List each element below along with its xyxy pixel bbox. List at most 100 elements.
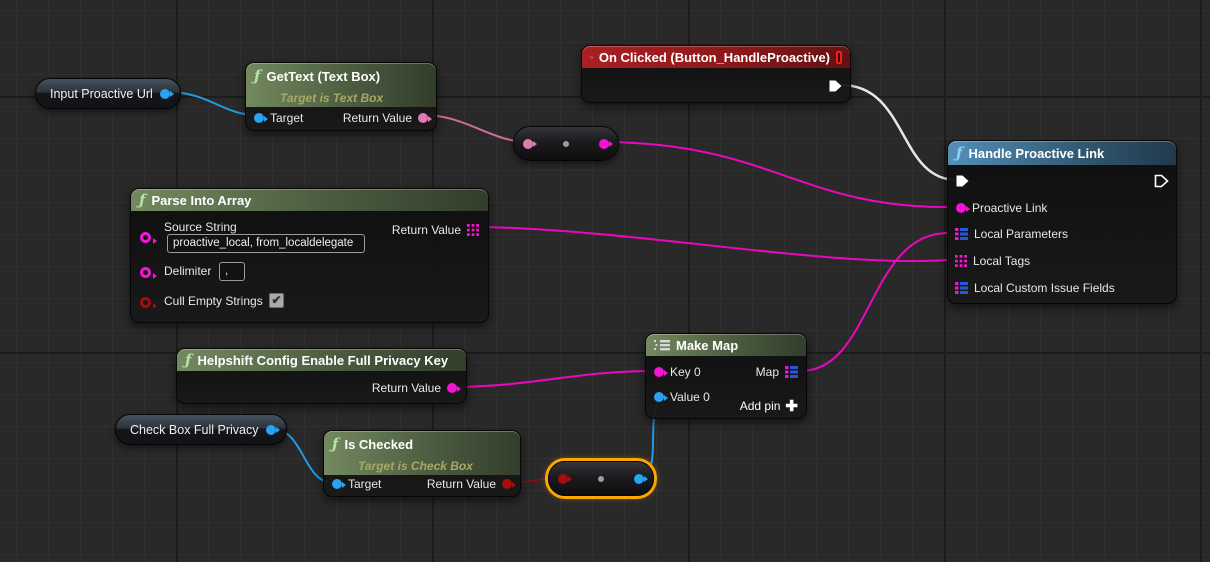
function-icon: ƒ — [332, 437, 338, 452]
node-helpshift-config[interactable]: ƒ Helpshift Config Enable Full Privacy K… — [176, 348, 467, 404]
conv-input-pin-bool[interactable] — [558, 474, 568, 484]
make-map-icon — [654, 339, 670, 351]
node-check-box-full-privacy[interactable]: Check Box Full Privacy — [115, 414, 287, 445]
pin-row-return: Return Value — [427, 474, 512, 494]
input-pin-string[interactable] — [956, 203, 966, 213]
input-pin-delimiter[interactable] — [140, 267, 151, 278]
pin-row-key0: Key 0 — [654, 362, 701, 382]
pin-row-value0: Value 0 — [654, 387, 710, 407]
exec-out-pin[interactable] — [828, 79, 843, 93]
output-pin-object[interactable] — [160, 89, 170, 99]
pin-label: Source String — [164, 220, 237, 234]
node-header[interactable]: ƒ GetText (Text Box) Target is Text Box — [246, 63, 436, 107]
node-header[interactable]: ƒ Is Checked Target is Check Box — [324, 431, 520, 475]
variable-label: Input Proactive Url — [50, 87, 153, 101]
input-pin-cull-empty-strings[interactable] — [140, 297, 151, 308]
node-onclicked-event[interactable]: On Clicked (Button_HandleProactive) — [581, 45, 851, 103]
exec-in-pin[interactable] — [955, 174, 970, 188]
input-pin-value0[interactable] — [654, 392, 664, 402]
node-header[interactable]: ƒ Parse Into Array — [131, 189, 488, 211]
conv-output-pin-string[interactable] — [599, 139, 609, 149]
node-handle-proactive-link[interactable]: ƒ Handle Proactive Link Proactive Link L… — [947, 140, 1177, 304]
wire-gettext-to-conv[interactable] — [424, 115, 528, 142]
pin-row-exec-in — [955, 171, 970, 191]
conv-output-pin[interactable] — [634, 474, 644, 484]
pin-row-local-tags: Local Tags — [955, 251, 1030, 271]
node-title: Helpshift Config Enable Full Privacy Key — [197, 353, 448, 368]
add-pin-label: Add pin — [740, 399, 781, 413]
node-header[interactable]: Make Map — [646, 334, 806, 356]
node-conv-bool-selected[interactable] — [548, 461, 654, 496]
variable-label: Check Box Full Privacy — [130, 423, 259, 437]
pin-label: Cull Empty Strings — [164, 294, 263, 308]
array-pin-icon[interactable] — [467, 224, 479, 236]
map-pin-icon[interactable] — [955, 282, 968, 294]
event-diamond-icon — [590, 51, 593, 64]
pin-label: Proactive Link — [972, 201, 1047, 215]
add-pin-button[interactable]: ✚ Add pin — [740, 396, 798, 416]
map-pin-icon[interactable] — [955, 228, 968, 240]
node-header[interactable]: ƒ Handle Proactive Link — [948, 141, 1176, 165]
node-make-map[interactable]: Make Map Key 0 Map Value 0 ✚ Add pin — [645, 333, 807, 419]
output-pin-object[interactable] — [266, 425, 276, 435]
pin-row-local-custom-issue-fields: Local Custom Issue Fields — [955, 278, 1115, 298]
node-parse-into-array[interactable]: ƒ Parse Into Array Source String proacti… — [130, 188, 489, 323]
wire-conv-to-proactivelink[interactable] — [601, 142, 949, 207]
input-pin-target[interactable] — [254, 113, 264, 123]
pin-row-map-out: Map — [756, 362, 798, 382]
input-pin-target[interactable] — [332, 479, 342, 489]
node-gettext[interactable]: ƒ GetText (Text Box) Target is Text Box … — [245, 62, 437, 131]
plus-icon: ✚ — [785, 397, 798, 415]
array-pin-icon[interactable] — [955, 255, 967, 267]
node-title: Parse Into Array — [151, 193, 251, 208]
pin-label: Return Value — [343, 111, 412, 125]
delimiter-input[interactable]: , — [219, 262, 245, 281]
pin-row-proactive-link: Proactive Link — [956, 198, 1047, 218]
node-subtitle: Target is Check Box — [358, 459, 512, 474]
node-header[interactable]: On Clicked (Button_HandleProactive) — [582, 46, 850, 68]
output-pin-return-value[interactable] — [418, 113, 428, 123]
wire-onclicked-exec[interactable] — [841, 85, 957, 180]
pin-label: Delimiter — [164, 264, 211, 278]
output-pin-return-value[interactable] — [502, 479, 512, 489]
node-input-proactive-url[interactable]: Input Proactive Url — [35, 78, 181, 109]
pin-label: Return Value — [392, 223, 461, 237]
node-title: Is Checked — [344, 437, 413, 452]
pin-row-exec-out — [828, 76, 843, 96]
node-is-checked[interactable]: ƒ Is Checked Target is Check Box Target … — [323, 430, 521, 497]
wire-parse-to-localtags[interactable] — [482, 227, 948, 261]
pin-row-target: Target — [332, 474, 381, 494]
exec-out-pin[interactable] — [1154, 174, 1169, 188]
pin-label: Target — [348, 477, 381, 491]
wire-helpshift-to-key0[interactable] — [451, 371, 653, 387]
conv-input-pin-text[interactable] — [523, 139, 533, 149]
node-title: GetText (Text Box) — [266, 69, 380, 84]
wire-map-to-localparams[interactable] — [801, 233, 948, 371]
delegate-pin-icon[interactable] — [836, 51, 842, 64]
cull-empty-strings-checkbox[interactable]: ✔ — [269, 293, 284, 308]
input-pin-source-string[interactable] — [140, 232, 151, 243]
pin-label: Map — [756, 365, 779, 379]
pin-label: Return Value — [427, 477, 496, 491]
node-subtitle: Target is Text Box — [280, 91, 428, 106]
pin-label: Local Parameters — [974, 227, 1068, 241]
conv-dot — [598, 476, 604, 482]
blueprint-graph-canvas[interactable]: Input Proactive Url ƒ GetText (Text Box)… — [0, 0, 1210, 562]
input-pin-key0[interactable] — [654, 367, 664, 377]
pin-label: Value 0 — [670, 390, 710, 404]
pin-label: Return Value — [372, 381, 441, 395]
pin-label: Target — [270, 111, 303, 125]
node-conv-text-to-string[interactable] — [513, 126, 619, 161]
function-icon: ƒ — [185, 353, 191, 368]
conv-dot — [563, 141, 569, 147]
function-icon: ƒ — [956, 146, 962, 161]
pin-row-exec-out — [1154, 171, 1169, 191]
pin-row-target: Target — [254, 108, 303, 128]
output-pin-return-value[interactable] — [447, 383, 457, 393]
pin-row-local-parameters: Local Parameters — [955, 224, 1068, 244]
source-string-input[interactable]: proactive_local, from_localdelegate — [167, 234, 365, 253]
node-title: Make Map — [676, 338, 738, 353]
node-header[interactable]: ƒ Helpshift Config Enable Full Privacy K… — [177, 349, 466, 371]
map-pin-icon[interactable] — [785, 366, 798, 378]
pin-label: Key 0 — [670, 365, 701, 379]
